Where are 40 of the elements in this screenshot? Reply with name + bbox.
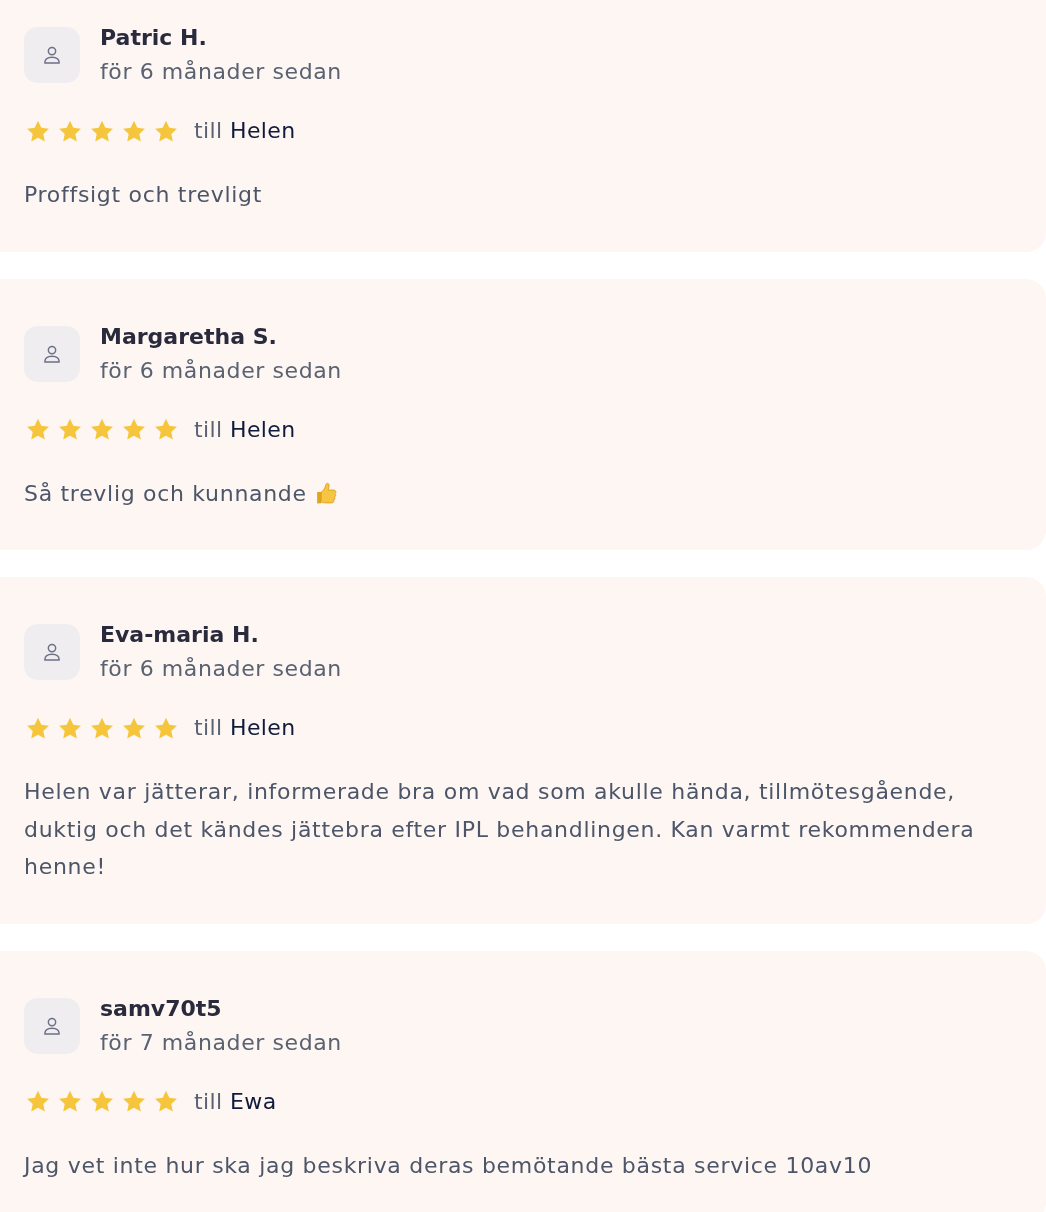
- star-icon: [154, 119, 178, 143]
- avatar-icon: [24, 997, 80, 1054]
- star-icon: [122, 119, 146, 143]
- star-icon: [26, 119, 50, 143]
- star-icon: [122, 418, 146, 441]
- star-icon: [154, 716, 178, 740]
- review-date: för 6 månader sedan: [100, 356, 342, 385]
- recipient-text: till Helen: [194, 117, 296, 145]
- review-date: för 6 månader sedan: [100, 58, 342, 86]
- star-icon: [58, 716, 82, 740]
- star-icon: [58, 1090, 82, 1113]
- recipient-text: till Ewa: [194, 1087, 277, 1116]
- avatar-icon: [24, 325, 80, 382]
- star-icon: [122, 716, 146, 740]
- star-icon: [90, 119, 114, 143]
- reviewer-name: Margaretha S.: [100, 322, 278, 351]
- star-icon: [90, 1090, 114, 1113]
- star-icon: [26, 1090, 50, 1113]
- avatar-icon: [24, 624, 80, 680]
- recipient-text: till Helen: [194, 714, 296, 742]
- star-icon: [58, 418, 82, 441]
- star-icon: [58, 119, 82, 143]
- star-icon: [90, 418, 114, 441]
- star-icon: [154, 1090, 178, 1113]
- review-text: Proffsigt och trevligt: [24, 181, 263, 209]
- star-icon: [90, 716, 114, 740]
- review-date: för 6 månader sedan: [100, 655, 342, 683]
- star-icon: [122, 1090, 146, 1113]
- reviewer-name: Patric H.: [100, 24, 208, 52]
- recipient-text: till Helen: [194, 415, 296, 444]
- star-icon: [26, 716, 50, 740]
- reviewer-name: Eva-maria H.: [100, 621, 260, 649]
- review-text: Så trevlig och kunnande: [24, 479, 307, 508]
- review-date: för 7 månader sedan: [100, 1028, 342, 1057]
- star-icon: [26, 418, 50, 441]
- review-text: Helen var jätterar, informerade bra om vad som akulle hända, tillmötesgående, duktig och det kändes jättebra efter IPL behandlingen. Kan varmt rekommendera henne!: [24, 778, 976, 881]
- review-text: Jag vet inte hur ska jag beskriva deras bemötande bästa service 10av10: [24, 1151, 874, 1180]
- avatar-icon: [24, 27, 80, 83]
- reviewer-name: samv70t5: [100, 994, 223, 1023]
- star-icon: [154, 418, 178, 441]
